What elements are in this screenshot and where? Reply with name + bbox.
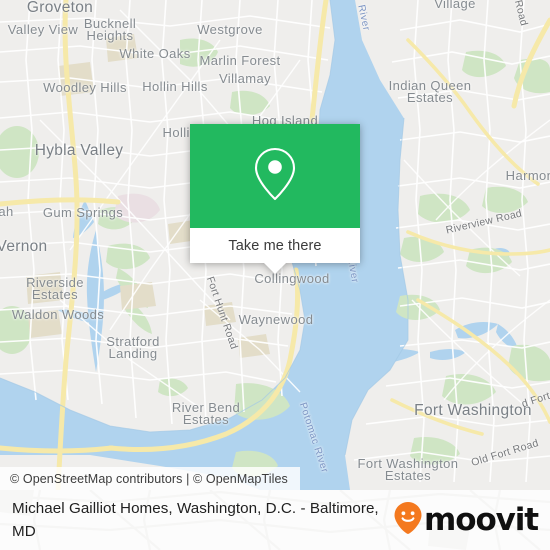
popup-image-panel <box>190 124 360 228</box>
page-title: Michael Gailliot Homes, Washington, D.C.… <box>12 500 379 540</box>
map-canvas[interactable]: Groveton Valley View Bucknell Heights We… <box>0 0 550 490</box>
moovit-logo[interactable]: moovit <box>393 501 542 540</box>
moovit-wordmark: moovit <box>424 501 539 538</box>
take-me-there-button[interactable]: Take me there <box>190 228 360 263</box>
footer-content: Michael Gailliot Homes, Washington, D.C.… <box>0 490 550 550</box>
popup-tail <box>264 263 286 274</box>
map-attribution: © OpenStreetMap contributors | © OpenMap… <box>0 467 300 490</box>
moovit-pin-smiley-icon <box>393 501 423 540</box>
map-marker-popup[interactable]: Take me there <box>190 124 360 274</box>
attribution-text: © OpenStreetMap contributors | © OpenMap… <box>10 471 288 486</box>
footer-bar: Michael Gailliot Homes, Washington, D.C.… <box>0 490 550 550</box>
map-page: Groveton Valley View Bucknell Heights We… <box>0 0 550 550</box>
map-pin-icon <box>252 145 298 208</box>
